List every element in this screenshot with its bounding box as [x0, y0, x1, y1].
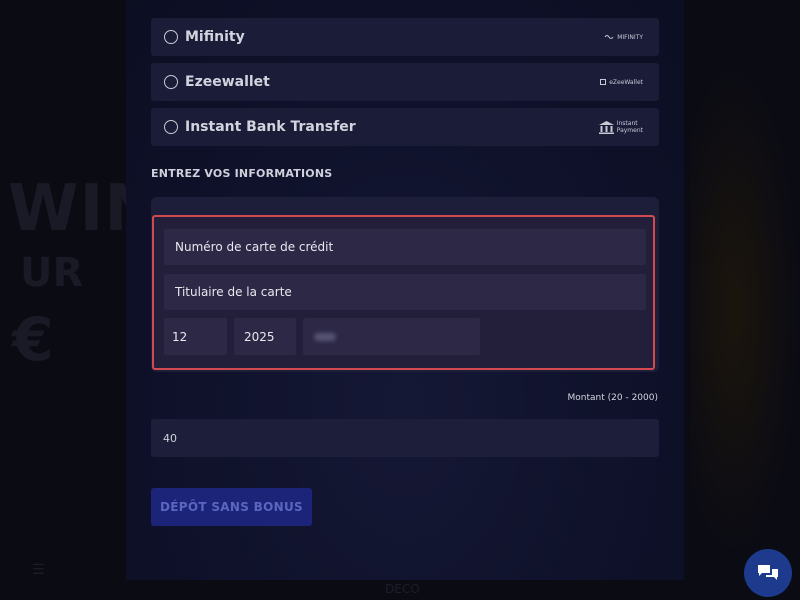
- chat-icon: [758, 565, 778, 580]
- deposit-without-bonus-button[interactable]: DÉPÔT SANS BONUS: [151, 488, 312, 526]
- bank-logo-text: Instant Payment: [616, 120, 643, 134]
- payment-method-ezeewallet[interactable]: Ezeewallet eZeeWallet: [151, 63, 659, 101]
- promo-currency: €: [12, 305, 54, 375]
- live-chat-button[interactable]: [744, 549, 792, 597]
- radio-icon[interactable]: [164, 75, 178, 89]
- card-holder-input[interactable]: Titulaire de la carte: [164, 274, 646, 310]
- payment-method-mifinity[interactable]: Mifinity MIFINITY: [151, 18, 659, 56]
- cvv-input[interactable]: [303, 318, 480, 355]
- ezeewallet-logo-icon: eZeeWallet: [600, 79, 643, 86]
- menu-icon: ☰: [32, 562, 45, 578]
- expiry-month-select[interactable]: 12: [164, 318, 227, 355]
- payment-method-label: Ezeewallet: [185, 74, 270, 90]
- payment-method-instant-bank-transfer[interactable]: Instant Bank Transfer Instant Payment: [151, 108, 659, 146]
- amount-input[interactable]: 40: [151, 419, 659, 457]
- radio-icon[interactable]: [164, 120, 178, 134]
- payment-method-label: Mifinity: [185, 29, 245, 45]
- mifinity-logo-icon: MIFINITY: [604, 34, 643, 41]
- promo-subheading: UR: [20, 250, 84, 296]
- card-number-input[interactable]: Numéro de carte de crédit: [164, 229, 646, 265]
- bank-icon: Instant Payment: [598, 120, 643, 134]
- cvv-masked-value: [314, 332, 336, 341]
- amount-label: Montant (20 - 2000): [567, 393, 658, 403]
- section-title: ENTREZ VOS INFORMATIONS: [151, 167, 333, 180]
- radio-icon[interactable]: [164, 30, 178, 44]
- payment-method-label: Instant Bank Transfer: [185, 119, 356, 135]
- mifinity-logo-text: MIFINITY: [617, 33, 643, 41]
- bottom-nav-item: DECO: [385, 582, 420, 596]
- expiry-year-select[interactable]: 2025: [234, 318, 296, 355]
- ezeewallet-logo-text: eZeeWallet: [609, 78, 643, 86]
- background-artwork: [690, 60, 800, 560]
